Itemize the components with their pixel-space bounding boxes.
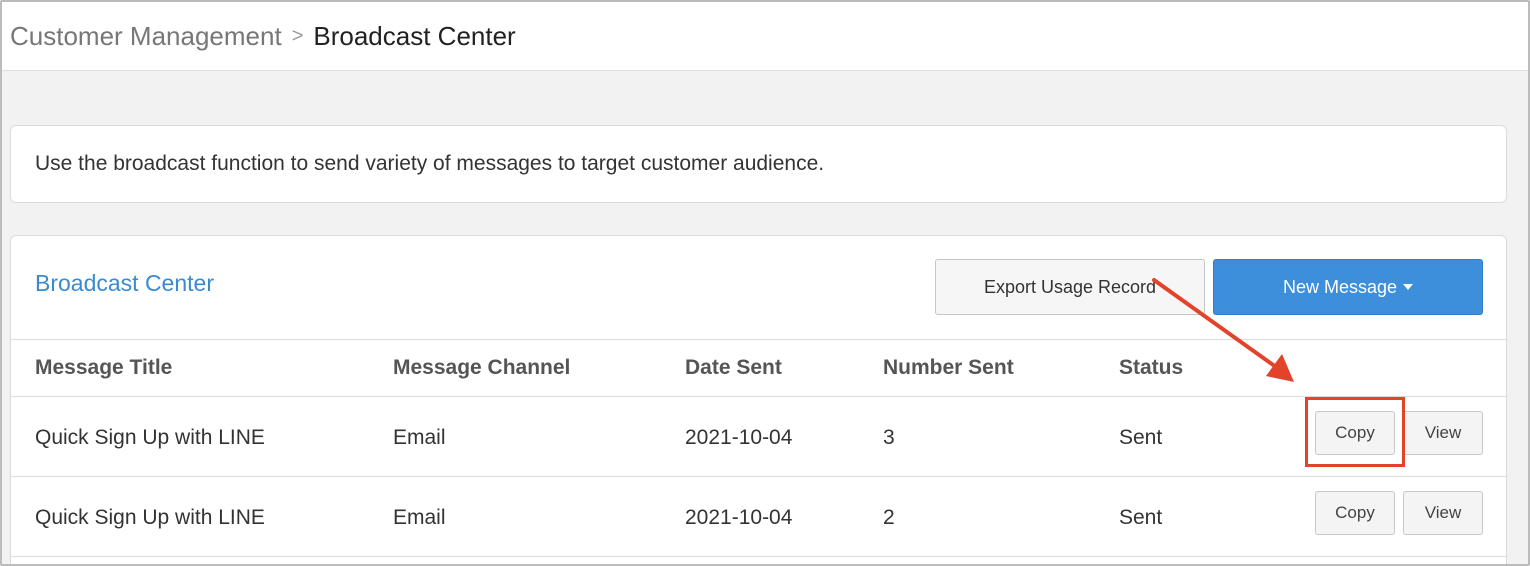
row-number-sent: 2 — [883, 506, 895, 529]
row-message-channel: Email — [393, 506, 446, 529]
column-header-status: Status — [1119, 356, 1184, 379]
copy-button-label: Copy — [1335, 423, 1375, 442]
view-button[interactable]: View — [1403, 411, 1483, 455]
row-date-sent: 2021-10-04 — [685, 426, 793, 449]
copy-button[interactable]: Copy — [1315, 411, 1395, 455]
view-button[interactable]: View — [1403, 491, 1483, 535]
row-status: Sent — [1119, 426, 1163, 449]
card-title: Broadcast Center — [35, 270, 214, 296]
row-message-title: Quick Sign Up with LINE — [35, 426, 265, 449]
row-message-channel: Email — [393, 426, 446, 449]
divider — [11, 556, 1506, 557]
page-title: Broadcast Center — [313, 20, 516, 51]
info-panel: Use the broadcast function to send varie… — [10, 125, 1507, 203]
export-usage-record-button[interactable]: Export Usage Record — [935, 259, 1205, 315]
breadcrumb: Customer Management > Broadcast Center — [2, 2, 1528, 71]
info-text: Use the broadcast function to send varie… — [35, 152, 825, 175]
divider — [11, 339, 1506, 340]
app-frame: Customer Management > Broadcast Center U… — [0, 0, 1530, 566]
caret-down-icon — [1403, 284, 1414, 290]
broadcast-card: Broadcast Center Export Usage Record New… — [10, 235, 1507, 564]
row-date-sent: 2021-10-04 — [685, 506, 793, 529]
view-button-label: View — [1424, 503, 1462, 522]
column-header-date-sent: Date Sent — [685, 356, 782, 379]
chevron-right-icon: > — [291, 24, 304, 47]
view-button-label: View — [1424, 423, 1462, 442]
row-number-sent: 3 — [883, 426, 895, 449]
copy-button-label: Copy — [1335, 503, 1375, 522]
divider — [11, 396, 1506, 397]
breadcrumb-parent-link[interactable]: Customer Management — [10, 21, 282, 52]
row-message-title: Quick Sign Up with LINE — [35, 506, 265, 529]
row-status: Sent — [1119, 506, 1163, 529]
divider — [11, 476, 1506, 477]
column-header-message-channel: Message Channel — [393, 356, 571, 379]
column-header-number-sent: Number Sent — [883, 356, 1014, 379]
new-message-button[interactable]: New Message — [1213, 259, 1483, 315]
new-message-label: New Message — [1282, 276, 1398, 297]
column-header-message-title: Message Title — [35, 356, 173, 379]
copy-button[interactable]: Copy — [1315, 491, 1395, 535]
export-usage-record-label: Export Usage Record — [983, 276, 1157, 297]
